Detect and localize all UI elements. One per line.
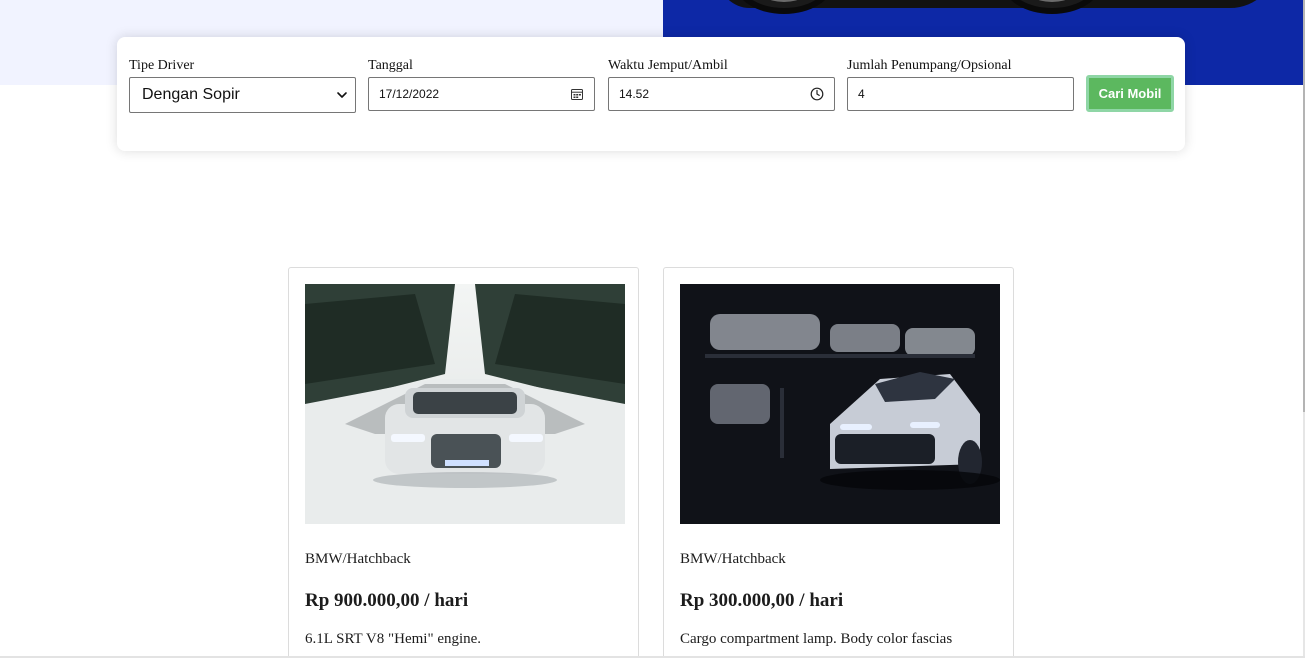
car-price: Rp 900.000,00 / hari — [305, 590, 469, 611]
pickup-time-label: Waktu Jemput/Ambil — [608, 58, 728, 73]
pickup-time-value: 14.52 — [619, 87, 650, 101]
chevron-down-icon — [337, 92, 347, 98]
clock-icon[interactable] — [810, 87, 824, 101]
car-card: BMW/Hatchback Rp 900.000,00 / hari 6.1L … — [288, 267, 639, 658]
car-photo — [680, 284, 1000, 524]
car-photo — [305, 284, 625, 524]
passengers-value: 4 — [858, 87, 865, 101]
car-search-form: Tipe Driver Dengan Sopir Tanggal 17/12/2… — [117, 37, 1185, 151]
date-value: 17/12/2022 — [379, 87, 440, 101]
car-name: BMW/Hatchback — [305, 551, 411, 567]
driver-type-label: Tipe Driver — [129, 58, 195, 73]
car-description: Cargo compartment lamp. Body color fasci… — [680, 631, 953, 647]
pickup-time-field: Waktu Jemput/Ambil 14.52 — [608, 58, 835, 111]
car-name: BMW/Hatchback — [680, 551, 786, 567]
date-label: Tanggal — [368, 58, 413, 73]
date-input[interactable]: 17/12/2022 — [368, 77, 595, 111]
date-field: Tanggal 17/12/2022 — [368, 58, 595, 111]
driver-type-select[interactable]: Dengan Sopir — [129, 77, 356, 113]
passengers-field: Jumlah Penumpang/Opsional 4 — [847, 58, 1074, 111]
pickup-time-input[interactable]: 14.52 — [608, 77, 835, 111]
search-car-button[interactable]: Cari Mobil — [1086, 75, 1174, 112]
driver-type-field: Tipe Driver Dengan Sopir — [129, 58, 356, 113]
car-price: Rp 300.000,00 / hari — [680, 590, 844, 611]
calendar-icon[interactable] — [570, 87, 584, 101]
car-description: 6.1L SRT V8 "Hemi" engine. — [305, 631, 482, 647]
car-card: BMW/Hatchback Rp 300.000,00 / hari Cargo… — [663, 267, 1014, 658]
passengers-input[interactable]: 4 — [847, 77, 1074, 111]
passengers-label: Jumlah Penumpang/Opsional — [847, 58, 1012, 73]
driver-type-value: Dengan Sopir — [142, 86, 240, 103]
